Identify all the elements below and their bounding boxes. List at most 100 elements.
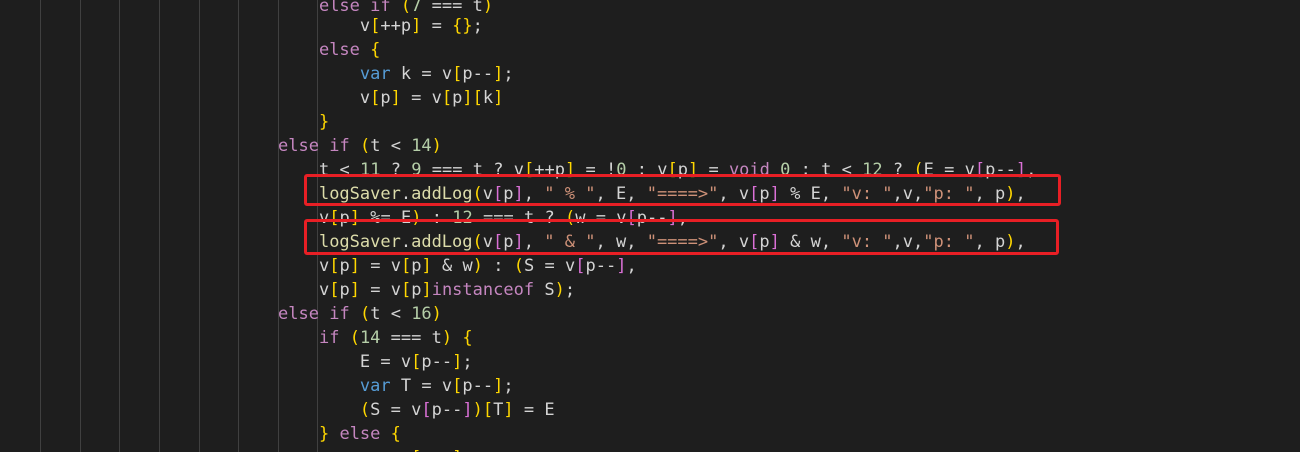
keyword: else: [339, 424, 381, 444]
code-token: -: [482, 376, 494, 396]
bracket: ]: [349, 256, 360, 276]
keyword: else: [278, 304, 319, 324]
code-token: .: [483, 448, 493, 452]
code-token: =: [411, 88, 422, 108]
code-editor[interactable]: else if (7 === t) v[++p] = {}; else { va…: [0, 0, 1300, 452]
code-token: =: [431, 16, 442, 36]
identifier: p: [380, 88, 391, 108]
code-token: .: [493, 448, 503, 452]
code-token: ;: [564, 280, 576, 300]
code-token: =: [390, 328, 401, 348]
identifier: S: [544, 280, 555, 300]
bracket: ]: [503, 400, 514, 420]
bracket: [: [370, 88, 381, 108]
code-line[interactable]: else if (t < 14): [278, 134, 442, 158]
bracket: [: [400, 280, 412, 300]
code-token: <: [390, 136, 401, 156]
code-token: -: [452, 400, 463, 420]
identifier: p: [431, 400, 442, 420]
code-line[interactable]: v[p] = v[p] & w) : (S = v[p--],: [278, 254, 637, 278]
code-token: -: [605, 256, 617, 276]
code-token: :: [493, 256, 504, 276]
code-token: -: [482, 64, 494, 84]
identifier: k: [482, 88, 494, 108]
bracket: ]: [421, 256, 432, 276]
code-line[interactable]: if (14 === t) {: [278, 326, 473, 350]
code-token: -: [595, 256, 606, 276]
code-token: -: [441, 352, 453, 372]
bracket: [: [575, 256, 586, 276]
bracket: ]: [349, 280, 360, 300]
code-line[interactable]: E = v[p--];: [278, 350, 473, 374]
code-line[interactable]: v[p] = v[p][k]: [278, 86, 504, 110]
code-line[interactable]: v[p] = v[p]instanceof S);: [278, 278, 575, 302]
identifier: p: [585, 256, 596, 276]
bracket: ): [482, 0, 494, 16]
keyword: else: [278, 136, 319, 156]
identifier: E: [359, 352, 371, 372]
identifier: k: [400, 64, 412, 84]
identifier: p: [462, 64, 473, 84]
keyword: else: [318, 40, 360, 60]
identifier: p: [411, 256, 422, 276]
code-line[interactable]: v[++p] = {};: [278, 14, 483, 38]
keyword: if: [329, 304, 350, 324]
bracket: ]: [493, 376, 504, 396]
identifier: v: [441, 376, 453, 396]
bracket: ]: [493, 64, 504, 84]
code-line[interactable]: ... v[p--] ...: [278, 446, 504, 452]
bracket: {: [390, 424, 401, 444]
code-token: .: [380, 448, 390, 452]
bracket: [: [441, 88, 453, 108]
code-line[interactable]: } else {: [278, 422, 401, 446]
identifier: v: [318, 280, 330, 300]
identifier: p: [339, 256, 350, 276]
bracket: [: [411, 448, 421, 452]
identifier: v: [400, 352, 412, 372]
code-token: =: [390, 400, 401, 420]
bracket: ): [472, 256, 483, 276]
code-line[interactable]: var T = v[p--];: [278, 374, 514, 398]
code-token: -: [431, 352, 442, 372]
identifier: v: [390, 256, 401, 276]
bracket: ]: [452, 352, 463, 372]
identifier: p: [421, 352, 432, 372]
code-line[interactable]: }: [278, 110, 329, 134]
code-token: <: [390, 304, 401, 324]
code-token: -: [442, 448, 452, 452]
bracket: ): [472, 400, 483, 420]
code-line[interactable]: else {: [278, 38, 380, 62]
code-token: ,: [626, 256, 637, 276]
code-token: ;: [503, 64, 514, 84]
bracket: ]: [462, 88, 473, 108]
code-line[interactable]: else if (t < 16): [278, 302, 442, 326]
code-line[interactable]: (S = v[p--])[T] = E: [278, 398, 555, 422]
keyword: if: [318, 328, 340, 348]
identifier: p: [400, 16, 412, 36]
code-line[interactable]: var k = v[p--];: [278, 62, 514, 86]
